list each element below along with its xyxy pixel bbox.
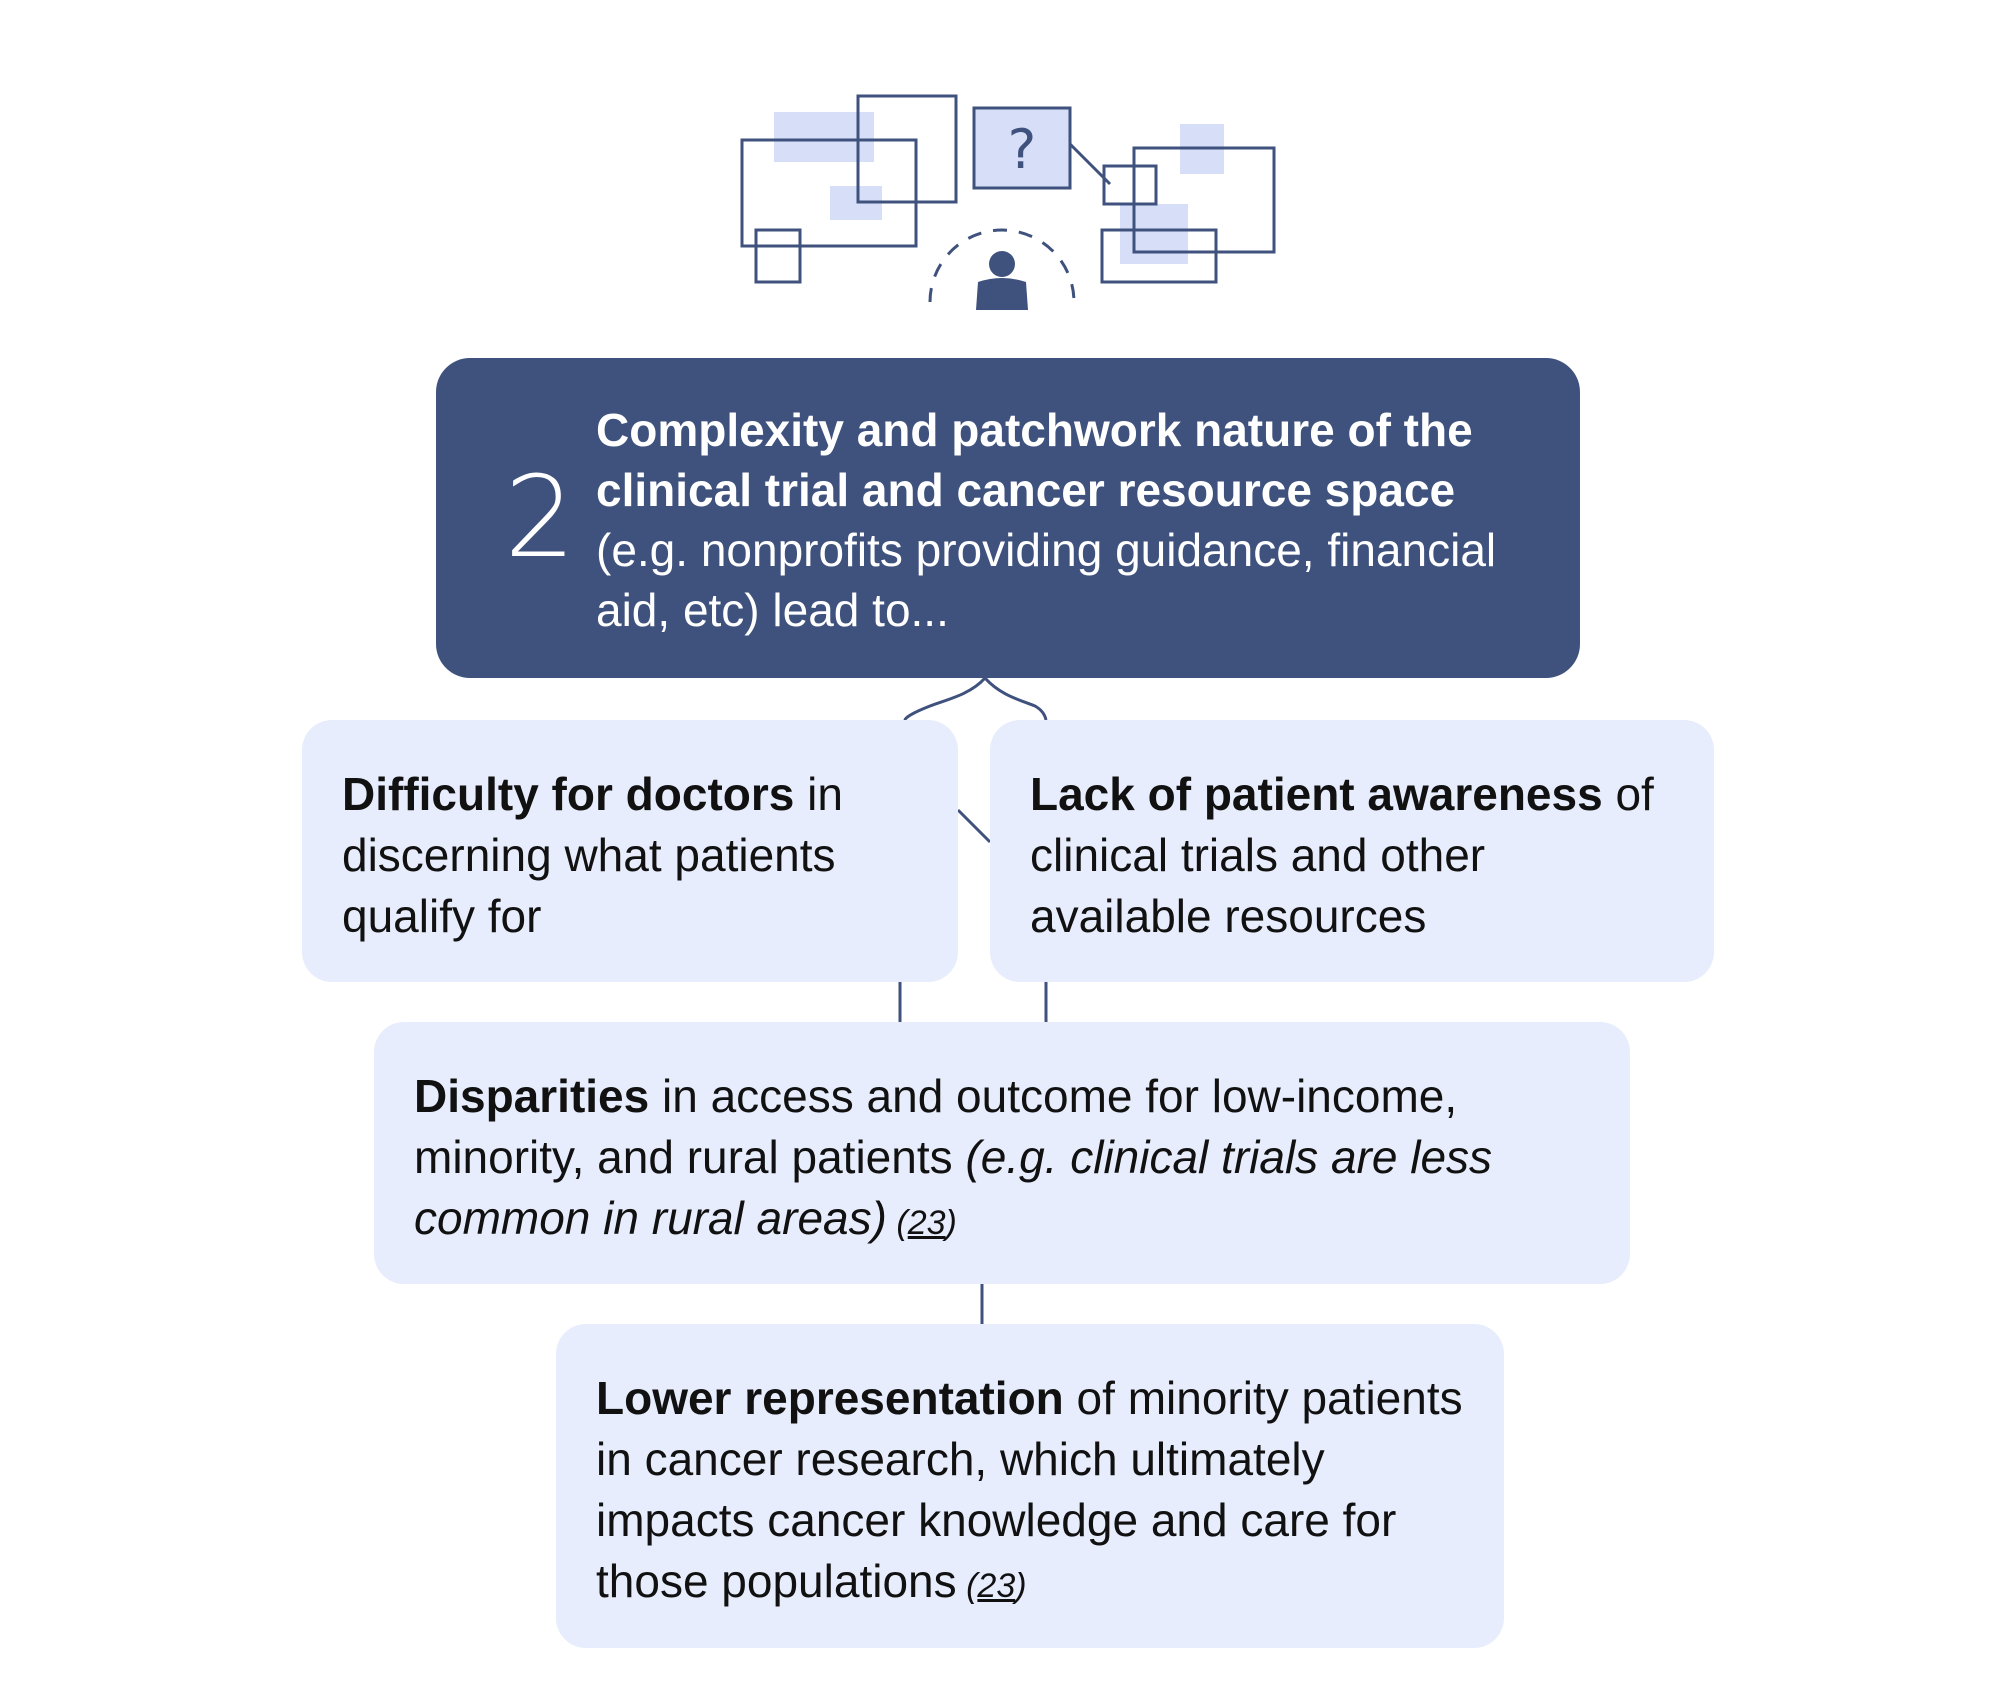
disparities-bold-text: Disparities (414, 1070, 650, 1122)
awareness-box: Lack of patient awareness of clinical tr… (990, 720, 1714, 982)
question-bubble-icon: ? (972, 106, 1112, 190)
step-number: 2 (504, 452, 576, 583)
header-bold-text: Complexity and patchwork nature of the c… (596, 404, 1473, 516)
doctors-box: Difficulty for doctors in discerning wha… (302, 720, 958, 982)
disparities-citation-link[interactable]: 23 (908, 1204, 946, 1242)
illustration: ? (740, 94, 1276, 310)
connector-diagonal (956, 808, 992, 844)
connector-head-left (903, 676, 987, 721)
header-text: Complexity and patchwork nature of the c… (596, 400, 1546, 640)
representation-citation-link[interactable]: 23 (977, 1567, 1015, 1605)
header-regular-text: (e.g. nonprofits providing guidance, fin… (596, 524, 1497, 636)
person-icon (928, 228, 1076, 310)
svg-text:?: ? (1008, 118, 1037, 181)
disparities-citation: (23) (886, 1204, 957, 1242)
disparities-box: Disparities in access and outcome for lo… (374, 1022, 1630, 1284)
representation-box: Lower representation of minority patient… (556, 1324, 1504, 1648)
representation-bold-text: Lower representation (596, 1372, 1064, 1424)
header-box: 2 Complexity and patchwork nature of the… (436, 358, 1580, 678)
awareness-bold-text: Lack of patient awareness (1030, 768, 1603, 820)
representation-citation: (23) (956, 1567, 1027, 1605)
connector-head-right (983, 676, 1048, 721)
doctors-bold-text: Difficulty for doctors (342, 768, 795, 820)
